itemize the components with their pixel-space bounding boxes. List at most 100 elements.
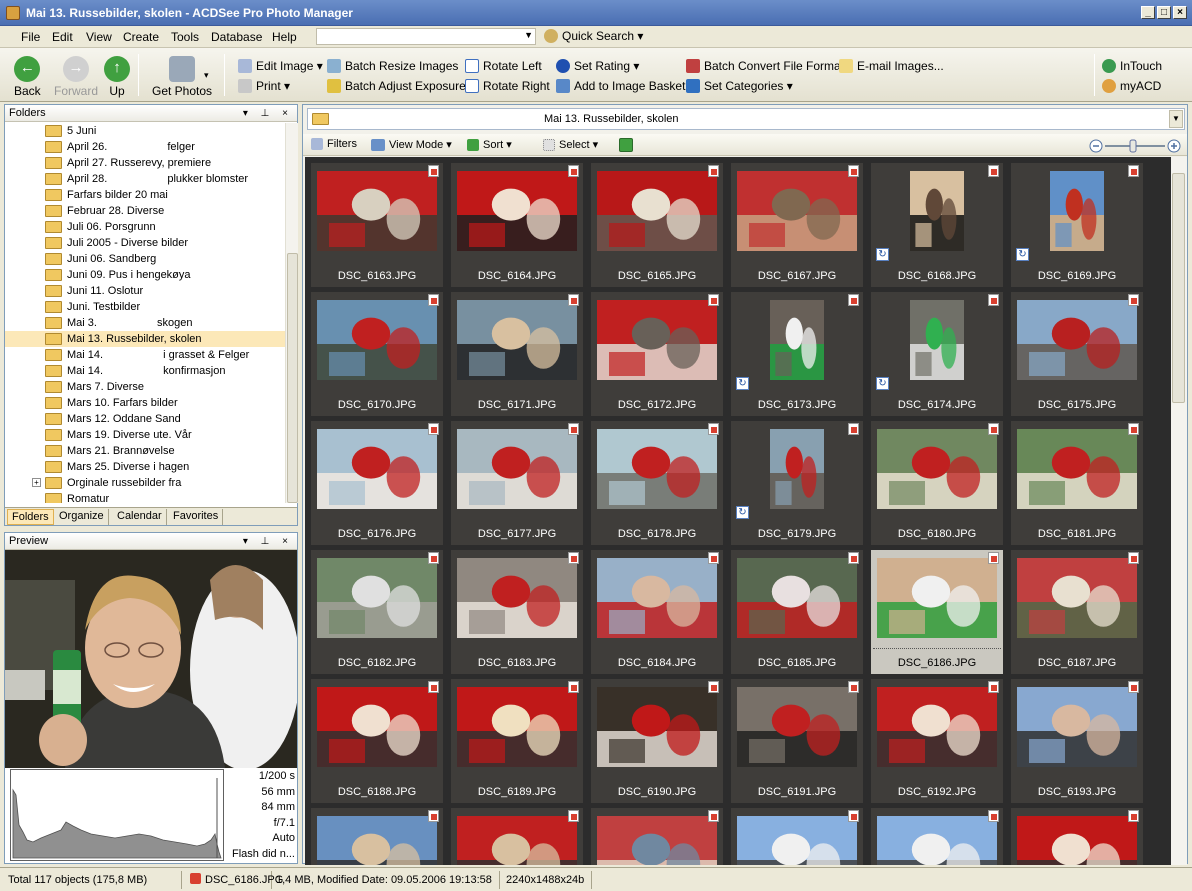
thumbnail-item[interactable] — [451, 808, 583, 865]
thumbnail-item[interactable]: DSC_6189.JPG — [451, 679, 583, 803]
rotate-right-button[interactable]: Rotate Right — [465, 77, 550, 95]
quick-search-button[interactable]: Quick Search ▾ — [544, 29, 643, 43]
thumbnail-item[interactable]: DSC_6187.JPG — [1011, 550, 1143, 674]
thumbnail-item[interactable]: DSC_6180.JPG — [871, 421, 1003, 545]
folder-item[interactable]: April 26. felger — [5, 139, 285, 155]
menu-tools[interactable]: Tools — [166, 29, 204, 45]
pane-controls[interactable]: ▾ ⊥ × — [243, 533, 293, 550]
thumbnail-item[interactable]: DSC_6170.JPG — [311, 292, 443, 416]
thumbnail-item[interactable]: DSC_6192.JPG — [871, 679, 1003, 803]
thumbnail-item[interactable]: DSC_6172.JPG — [591, 292, 723, 416]
maximize-button[interactable]: □ — [1157, 6, 1171, 19]
email-images-button[interactable]: E-mail Images... — [839, 57, 944, 75]
search-combo[interactable]: ▼ — [316, 28, 536, 45]
folder-item[interactable]: Juni. Testbilder — [5, 299, 285, 315]
expand-icon[interactable]: + — [32, 478, 41, 487]
folder-item[interactable]: Mai 13. Russebilder, skolen — [5, 331, 285, 347]
folder-item[interactable]: Mars 19. Diverse ute. Vår — [5, 427, 285, 443]
filters-button[interactable]: Filters — [311, 138, 357, 150]
folder-tree[interactable]: 5 Juni April 26. felger April 27. Russerevy… — [5, 123, 285, 503]
select-button[interactable]: Select ▾ — [543, 138, 598, 151]
thumbnail-item[interactable]: ↻ DSC_6179.JPG — [731, 421, 863, 545]
folder-item[interactable]: Mars 12. Oddane Sand — [5, 411, 285, 427]
thumbnail-item[interactable]: DSC_6165.JPG — [591, 163, 723, 287]
thumbnail-grid[interactable]: DSC_6163.JPG DSC_6164.JPG DSC_6165.JPG DSC_… — [305, 157, 1171, 865]
pane-controls[interactable]: ▾ ⊥ × — [243, 105, 293, 122]
thumbnail-item[interactable] — [1011, 808, 1143, 865]
menu-edit[interactable]: Edit — [47, 29, 78, 45]
chevron-down-icon[interactable]: ▼ — [1169, 110, 1183, 128]
thumbnail-item[interactable]: DSC_6167.JPG — [731, 163, 863, 287]
thumbnail-item[interactable]: ↻ DSC_6169.JPG — [1011, 163, 1143, 287]
get-photos-dropdown[interactable]: ▾ — [204, 70, 209, 81]
thumbnail-item[interactable]: DSC_6186.JPG — [871, 550, 1003, 674]
folder-item[interactable]: Februar 28. Diverse — [5, 203, 285, 219]
thumbnail-item[interactable]: DSC_6178.JPG — [591, 421, 723, 545]
thumbnail-item[interactable]: DSC_6181.JPG — [1011, 421, 1143, 545]
folder-item[interactable]: Juni 09. Pus i hengekøya — [5, 267, 285, 283]
thumbnail-item[interactable]: DSC_6176.JPG — [311, 421, 443, 545]
thumbnail-item[interactable]: DSC_6190.JPG — [591, 679, 723, 803]
thumbnail-item[interactable]: DSC_6163.JPG — [311, 163, 443, 287]
thumbnail-item[interactable]: DSC_6171.JPG — [451, 292, 583, 416]
folder-item[interactable]: Juli 2005 - Diverse bilder — [5, 235, 285, 251]
thumbnail-item[interactable] — [591, 808, 723, 865]
address-bar[interactable]: Mai 13. Russebilder, skolen ▼ — [307, 108, 1185, 130]
scrollbar-thumb[interactable] — [287, 253, 298, 503]
scrollbar-thumb[interactable] — [1172, 173, 1185, 403]
folder-item[interactable]: Mai 14. konfirmasjon — [5, 363, 285, 379]
view-mode-button[interactable]: View Mode ▾ — [371, 138, 452, 151]
folder-item[interactable]: Farfars bilder 20 mai — [5, 187, 285, 203]
folder-item[interactable]: Mars 25. Diverse i hagen — [5, 459, 285, 475]
thumbnail-item[interactable]: DSC_6164.JPG — [451, 163, 583, 287]
intouch-button[interactable]: InTouch — [1102, 57, 1162, 75]
thumbnail-item[interactable]: DSC_6191.JPG — [731, 679, 863, 803]
thumbnail-item[interactable] — [731, 808, 863, 865]
menu-database[interactable]: Database — [206, 29, 267, 45]
thumbnail-item[interactable]: DSC_6184.JPG — [591, 550, 723, 674]
thumbnail-item[interactable]: DSC_6185.JPG — [731, 550, 863, 674]
folder-item[interactable]: Mars 10. Farfars bilder — [5, 395, 285, 411]
thumbnail-item[interactable]: DSC_6177.JPG — [451, 421, 583, 545]
folder-item[interactable]: Mars 21. Brannøvelse — [5, 443, 285, 459]
forward-button[interactable]: → Forward — [54, 56, 98, 98]
myacd-button[interactable]: myACD — [1102, 77, 1161, 95]
menu-create[interactable]: Create — [118, 29, 164, 45]
back-button[interactable]: ← Back — [14, 56, 41, 98]
tab-calendar[interactable]: Calendar — [113, 509, 167, 525]
tab-organize[interactable]: Organize — [55, 509, 109, 525]
folder-item[interactable]: Juni 06. Sandberg — [5, 251, 285, 267]
checkbox-toggle-button[interactable] — [619, 138, 637, 152]
batch-resize-button[interactable]: Batch Resize Images — [327, 57, 458, 75]
thumbnail-item[interactable]: ↻ DSC_6174.JPG — [871, 292, 1003, 416]
add-basket-button[interactable]: Add to Image Basket — [556, 77, 685, 95]
up-button[interactable]: ↑ Up — [104, 56, 130, 98]
zoom-slider[interactable] — [1089, 139, 1181, 153]
thumbnail-item[interactable] — [311, 808, 443, 865]
thumbnail-item[interactable]: ↻ DSC_6168.JPG — [871, 163, 1003, 287]
folder-item[interactable]: April 27. Russerevy, premiere — [5, 155, 285, 171]
thumbnail-item[interactable]: DSC_6183.JPG — [451, 550, 583, 674]
folder-item[interactable]: Mai 14. i grasset & Felger — [5, 347, 285, 363]
thumbnail-item[interactable]: DSC_6182.JPG — [311, 550, 443, 674]
sort-button[interactable]: Sort ▾ — [467, 138, 512, 151]
thumbnail-grid-scrollbar[interactable] — [1171, 157, 1187, 865]
folder-item[interactable]: 5 Juni — [5, 123, 285, 139]
folder-item[interactable]: + Orginale russebilder fra — [5, 475, 285, 491]
tab-folders[interactable]: Folders — [7, 509, 54, 525]
batch-convert-button[interactable]: Batch Convert File Format — [686, 57, 844, 75]
folder-item[interactable]: Juli 06. Porsgrunn — [5, 219, 285, 235]
thumbnail-item[interactable]: DSC_6193.JPG — [1011, 679, 1143, 803]
rotate-left-button[interactable]: Rotate Left — [465, 57, 542, 75]
set-rating-button[interactable]: Set Rating ▾ — [556, 57, 639, 75]
minimize-button[interactable]: _ — [1141, 6, 1155, 19]
folder-item[interactable]: Mai 3. skogen — [5, 315, 285, 331]
tab-favorites[interactable]: Favorites — [169, 509, 224, 525]
menu-file[interactable]: File — [16, 29, 45, 45]
menu-help[interactable]: Help — [267, 29, 302, 45]
thumbnail-item[interactable]: DSC_6188.JPG — [311, 679, 443, 803]
thumbnail-item[interactable] — [871, 808, 1003, 865]
menu-view[interactable]: View — [81, 29, 117, 45]
close-button[interactable]: × — [1173, 6, 1187, 19]
folder-item[interactable]: Mars 7. Diverse — [5, 379, 285, 395]
